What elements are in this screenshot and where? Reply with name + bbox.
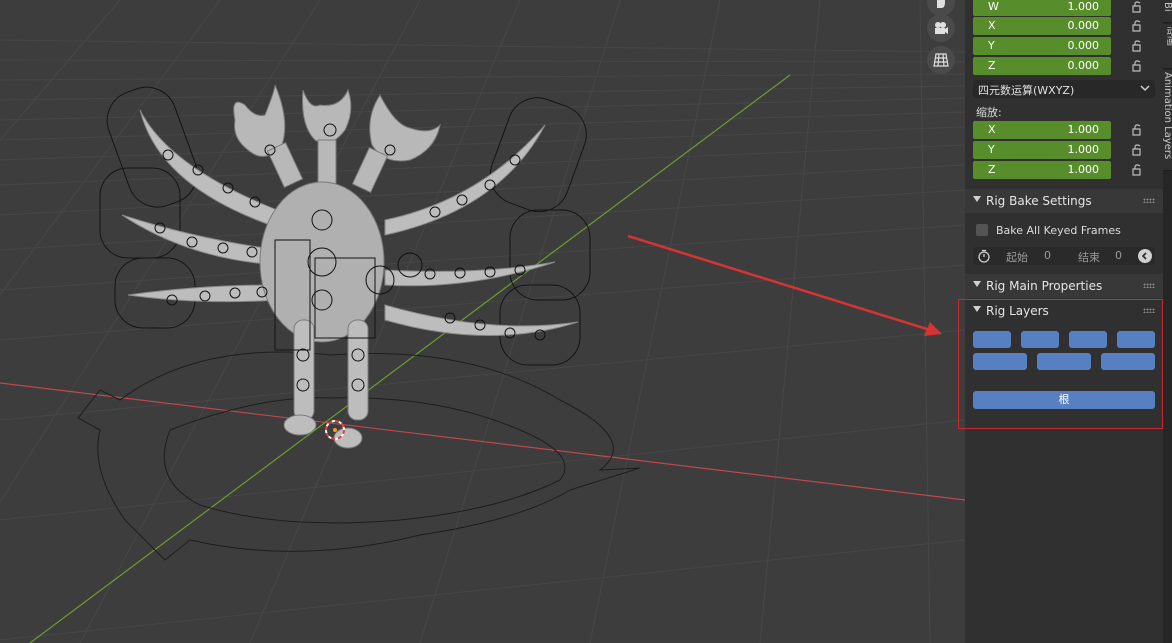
lock-icon[interactable]	[1131, 60, 1144, 72]
quaternion-x-field[interactable]: X 0.000	[973, 17, 1111, 35]
creature-body[interactable]	[259, 181, 385, 343]
field-value: 0.000	[1067, 59, 1100, 72]
field-value: 0.000	[1067, 39, 1100, 52]
rig-main-properties-header[interactable]: Rig Main Properties	[965, 274, 1163, 298]
end-frame-label: 结束	[1078, 251, 1100, 264]
annotation-highlight-box	[958, 299, 1163, 429]
end-frame-value[interactable]: 0	[1115, 249, 1122, 262]
field-label: Y	[988, 143, 995, 156]
field-value: 1.000	[1067, 123, 1100, 136]
quaternion-z-field[interactable]: Z 0.000	[973, 57, 1111, 75]
panel-title: Rig Bake Settings	[986, 194, 1092, 208]
bake-all-label: Bake All Keyed Frames	[996, 224, 1121, 237]
field-label: W	[988, 0, 999, 13]
scale-z-field[interactable]: Z 1.000	[973, 161, 1111, 179]
side-tab-label: 动画	[1164, 26, 1172, 46]
field-value: 1.000	[1067, 143, 1100, 156]
annotation-arrow	[627, 234, 942, 336]
side-tab-partial[interactable]: Bi	[1163, 0, 1172, 23]
field-value: 1.000	[1067, 0, 1100, 13]
side-tab-animation-layers[interactable]: Animation Layers	[1163, 70, 1172, 171]
lock-icon[interactable]	[1131, 164, 1144, 176]
expand-triangle-icon	[973, 281, 981, 287]
start-frame-value[interactable]: 0	[1044, 249, 1051, 262]
expand-triangle-icon	[973, 196, 981, 202]
creature-heads[interactable]	[233, 84, 441, 194]
bake-all-checkbox[interactable]	[976, 224, 988, 236]
rig-bake-settings-header[interactable]: Rig Bake Settings	[965, 189, 1163, 213]
stopwatch-icon[interactable]	[977, 249, 991, 263]
side-tab-label: Bi	[1163, 2, 1172, 12]
drag-grip-icon[interactable]	[1143, 283, 1155, 288]
lock-icon[interactable]	[1131, 20, 1144, 32]
lock-icon[interactable]	[1131, 144, 1144, 156]
side-tab-animation-cn[interactable]: 动画	[1163, 24, 1172, 69]
scale-label: 缩放:	[976, 106, 1002, 119]
quaternion-w-field[interactable]: W 1.000	[973, 0, 1111, 16]
chevron-down-icon	[1140, 85, 1150, 92]
prev-arrow-icon[interactable]	[1138, 249, 1152, 263]
lock-icon[interactable]	[1131, 40, 1144, 52]
side-tab-strip: Bi 动画 Animation Layers	[1163, 0, 1172, 643]
frame-range-field[interactable]: 起始 0 结束 0	[973, 247, 1155, 265]
field-label: Z	[988, 59, 996, 72]
field-label: Z	[988, 163, 996, 176]
quaternion-y-field[interactable]: Y 0.000	[973, 37, 1111, 55]
panel-title: Rig Main Properties	[986, 279, 1103, 293]
start-frame-label: 起始	[1006, 251, 1028, 264]
side-tab-label: Animation Layers	[1163, 72, 1172, 160]
x-axis-line	[0, 382, 966, 501]
drag-grip-icon[interactable]	[1143, 198, 1155, 203]
scale-y-field[interactable]: Y 1.000	[973, 141, 1111, 159]
field-value: 0.000	[1067, 19, 1100, 32]
rotation-mode-value: 四元数运算(WXYZ)	[978, 84, 1075, 97]
lock-icon[interactable]	[1131, 1, 1144, 13]
floor-grid	[0, 0, 966, 643]
field-value: 1.000	[1067, 163, 1100, 176]
camera-icon[interactable]	[927, 14, 955, 42]
scale-x-field[interactable]: X 1.000	[973, 121, 1111, 139]
field-label: X	[988, 19, 996, 32]
grid-view-icon[interactable]	[927, 46, 955, 74]
field-label: X	[988, 123, 996, 136]
field-label: Y	[988, 39, 995, 52]
lock-icon[interactable]	[1131, 124, 1144, 136]
rotation-mode-dropdown[interactable]: 四元数运算(WXYZ)	[973, 80, 1155, 98]
